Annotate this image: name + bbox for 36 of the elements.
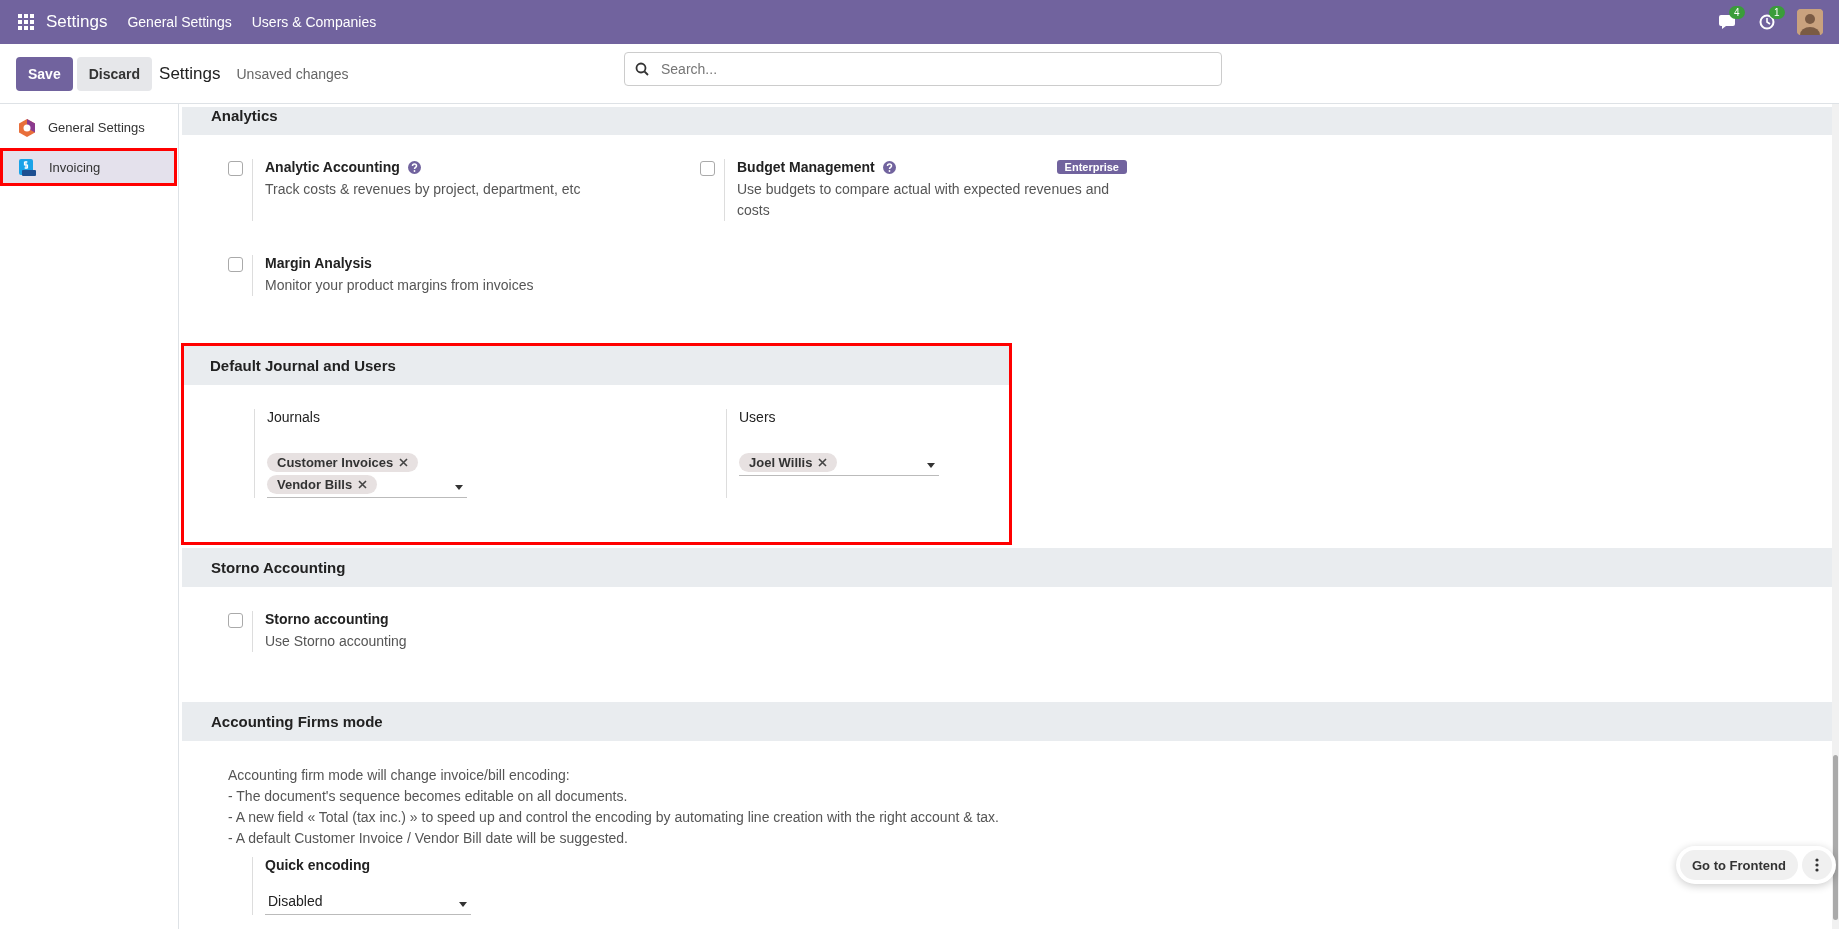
- page-title: Settings: [159, 63, 221, 84]
- save-button[interactable]: Save: [16, 56, 73, 91]
- discard-button[interactable]: Discard: [76, 56, 153, 91]
- sidebar-item[interactable]: General Settings: [0, 108, 178, 146]
- field-label: Quick encoding: [265, 857, 370, 873]
- setting-label: Analytic Accounting: [265, 159, 400, 175]
- setting-label: Margin Analysis: [265, 255, 372, 271]
- message-count-badge: 4: [1729, 6, 1745, 19]
- tags-field[interactable]: Customer Invoices Vendor Bills: [267, 453, 467, 498]
- app-title[interactable]: Settings: [46, 12, 108, 32]
- select-field[interactable]: Disabled: [265, 891, 471, 915]
- tag: Joel Willis: [739, 453, 838, 472]
- setting-label: Budget Management: [737, 159, 875, 175]
- sidebar-item[interactable]: Invoicing: [0, 148, 177, 186]
- intro-text: - A default Customer Invoice / Vendor Bill date will be suggested.: [228, 829, 629, 848]
- field-label: Journals: [267, 409, 320, 425]
- intro-text: - The document's sequence becomes editable on all documents.: [228, 787, 629, 806]
- section-header: Default Journal and Users: [184, 346, 1009, 385]
- setting-description: Track costs & revenues by project, department, etc: [265, 180, 582, 199]
- tag: Customer Invoices: [267, 453, 419, 472]
- search-field[interactable]: Search...: [624, 52, 1222, 86]
- tag: Vendor Bills: [267, 475, 378, 494]
- enterprise-badge: Enterprise: [1056, 160, 1127, 174]
- activity-count-badge: 1: [1769, 6, 1785, 19]
- menu-item[interactable]: Users & Companies: [251, 14, 377, 30]
- intro-text: Accounting firm mode will change invoice/bill encoding:: [228, 766, 571, 785]
- setting-description: Use budgets to compare actual with expected revenues and costs: [737, 180, 1110, 220]
- intro-text: - A new field « Total (tax inc.) » to speed up and control the encoding by automating line creation with the right account & tax.: [228, 808, 1000, 827]
- field-label: Users: [739, 409, 776, 425]
- go-to-frontend-button[interactable]: Go to Frontend: [1680, 850, 1798, 880]
- tags-field[interactable]: Joel Willis: [739, 453, 939, 476]
- setting-label: Storno accounting: [265, 611, 389, 627]
- setting-description: Use Storno accounting: [265, 632, 408, 651]
- setting-description: Monitor your product margins from invoices: [265, 276, 535, 295]
- unsaved-status: Unsaved changes: [236, 65, 349, 82]
- menu-item[interactable]: General Settings: [127, 14, 232, 30]
